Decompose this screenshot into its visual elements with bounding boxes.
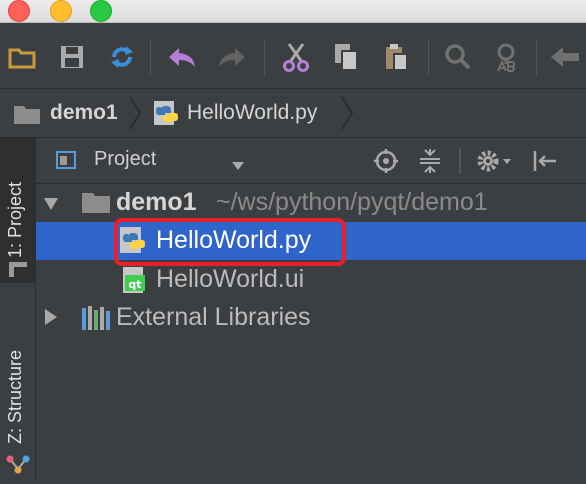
replace-button[interactable] xyxy=(490,41,522,73)
collapsed-arrow-icon[interactable] xyxy=(45,309,57,330)
breadcrumb-project[interactable]: demo1 xyxy=(50,101,118,125)
project-panel: Project demo1 ~/ws/python/pyqt/demo1 Hel… xyxy=(36,138,586,480)
header-separator xyxy=(459,148,461,174)
close-window-button[interactable] xyxy=(8,0,30,22)
chevron-right-icon xyxy=(128,95,142,136)
target-crosshair-icon xyxy=(374,149,398,173)
window-titlebar xyxy=(0,0,586,23)
find-button[interactable] xyxy=(442,41,474,73)
breadcrumb-file[interactable]: HelloWorld.py xyxy=(187,101,317,125)
find-replace-icon xyxy=(497,43,516,72)
tab-structure[interactable]: Z: Structure xyxy=(0,328,35,480)
view-selector-label[interactable]: Project xyxy=(94,148,156,171)
synchronize-button[interactable] xyxy=(106,41,138,73)
root-folder-name: demo1 xyxy=(116,188,197,216)
tab-structure-label: Z: Structure xyxy=(5,349,25,444)
redo-arrow-icon xyxy=(219,48,245,67)
root-folder-path: ~/ws/python/pyqt/demo1 xyxy=(216,188,488,216)
chevron-right-icon xyxy=(340,95,354,136)
minimize-window-button[interactable] xyxy=(50,0,72,22)
project-view-icon xyxy=(56,150,78,175)
tree-row-external-libraries[interactable]: External Libraries xyxy=(36,299,586,337)
undo-arrow-icon xyxy=(169,48,195,67)
clipboard-icon xyxy=(386,44,408,71)
library-books-icon xyxy=(81,304,111,337)
scroll-from-source-button[interactable] xyxy=(373,148,399,179)
cut-button[interactable] xyxy=(280,41,312,73)
hide-panel-icon xyxy=(533,151,556,171)
toolbar-separator xyxy=(428,39,429,75)
highlight-annotation-box xyxy=(114,218,346,266)
expand-arrow-icon[interactable] xyxy=(44,197,58,215)
collapse-all-button[interactable] xyxy=(418,148,442,179)
sync-icon xyxy=(111,46,133,68)
settings-button[interactable] xyxy=(476,148,514,179)
back-arrow-icon xyxy=(551,47,579,67)
qt-ui-file-icon: qt xyxy=(122,266,150,301)
external-libraries-label: External Libraries xyxy=(116,303,311,331)
copy-button[interactable] xyxy=(330,41,362,73)
redo-button[interactable] xyxy=(216,41,248,73)
project-folder-icon xyxy=(13,103,41,130)
tab-project-label: 1: Project xyxy=(5,181,25,258)
tool-window-strip: 1: Project Z: Structure xyxy=(0,138,36,480)
file-name: HelloWorld.ui xyxy=(156,265,305,293)
gear-icon xyxy=(477,150,511,172)
dropdown-arrow-icon[interactable] xyxy=(232,157,244,175)
python-file-icon xyxy=(153,100,181,133)
open-folder-button[interactable] xyxy=(6,41,38,73)
toolbar-separator xyxy=(264,39,265,75)
project-tab-icon xyxy=(8,260,28,285)
project-panel-header: Project xyxy=(36,138,586,184)
collapse-all-icon xyxy=(420,149,440,173)
back-button[interactable] xyxy=(548,41,580,73)
svg-text:qt: qt xyxy=(128,278,141,291)
magnifier-icon xyxy=(445,44,471,70)
undo-button[interactable] xyxy=(166,41,198,73)
tab-project[interactable]: 1: Project xyxy=(0,138,35,283)
copy-pages-icon xyxy=(335,44,358,71)
save-all-button[interactable] xyxy=(56,41,88,73)
tree-row-root[interactable]: demo1 ~/ws/python/pyqt/demo1 xyxy=(36,184,586,222)
toolbar-separator xyxy=(536,39,537,75)
main-toolbar xyxy=(0,23,586,89)
tree-row-file[interactable]: qt HelloWorld.ui xyxy=(36,261,586,299)
folder-icon xyxy=(8,48,36,69)
zoom-window-button[interactable] xyxy=(90,0,112,22)
folder-icon xyxy=(81,190,111,219)
breadcrumb: demo1 HelloWorld.py xyxy=(0,89,586,138)
toolbar-separator xyxy=(150,39,151,75)
scissors-icon xyxy=(283,43,309,72)
floppy-disk-icon xyxy=(61,46,83,68)
hide-panel-button[interactable] xyxy=(531,148,557,179)
paste-button[interactable] xyxy=(380,41,412,73)
